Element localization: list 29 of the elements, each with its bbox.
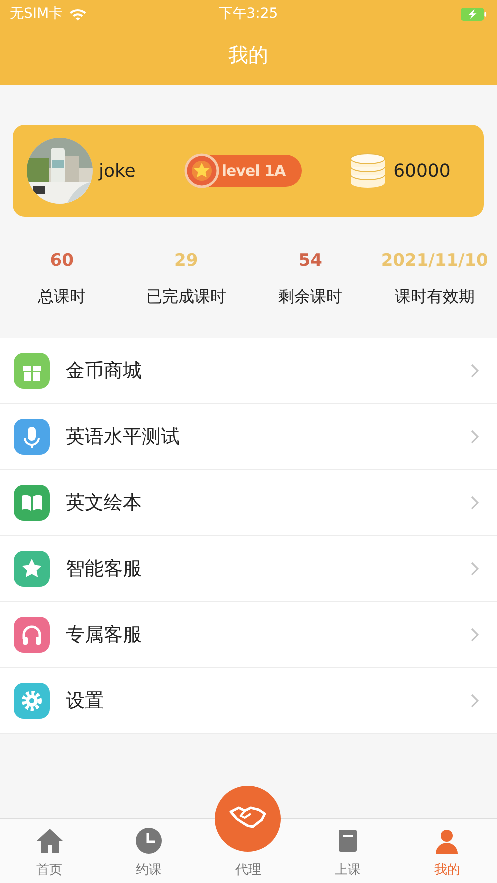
tab-item[interactable]: 约课 (99, 819, 199, 883)
chevron-icon (471, 496, 479, 510)
coins-icon (350, 153, 386, 189)
stat-value: 2021/11/10 (381, 251, 488, 271)
stat-label: 剩余课时 (278, 287, 343, 308)
stat-value: 60 (50, 251, 74, 271)
page-title: 我的 (228, 42, 270, 69)
username: joke (99, 160, 136, 182)
home-icon (36, 827, 64, 855)
chevron-icon (471, 562, 479, 576)
status-time: 下午3:25 (218, 5, 278, 23)
tab-item[interactable]: 上课 (298, 819, 398, 883)
chevron-icon (471, 364, 479, 378)
wifi-icon (69, 8, 88, 20)
carrier-text: 无SIM卡 (10, 5, 64, 23)
stat-label: 已完成课时 (146, 287, 226, 308)
battery-icon (461, 8, 487, 20)
level-badge: level 1A (186, 155, 302, 187)
stat-label: 总课时 (38, 287, 86, 308)
stat-value: 54 (298, 251, 322, 271)
coin-balance: 60000 (394, 160, 451, 182)
chevron-icon (471, 430, 479, 444)
chevron-icon (471, 694, 479, 708)
chevron-icon (471, 628, 479, 642)
clock-icon (135, 827, 164, 855)
tab-item[interactable]: 代理 (198, 786, 298, 883)
stat-value: 29 (174, 251, 198, 271)
tab-item[interactable]: 首页 (0, 819, 100, 883)
stat-label: 课时有效期 (394, 287, 475, 308)
